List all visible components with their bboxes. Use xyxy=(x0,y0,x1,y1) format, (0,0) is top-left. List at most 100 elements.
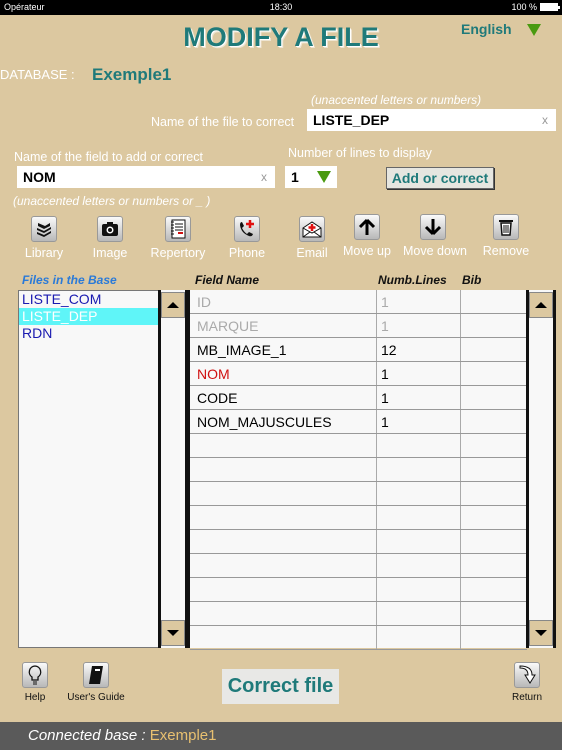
lines-dropdown-icon[interactable] xyxy=(317,171,331,183)
field-name-cell: NOM_MAJUSCULES xyxy=(190,410,377,433)
empty-table-row[interactable] xyxy=(190,602,527,626)
files-scroll-up-button[interactable] xyxy=(161,292,185,318)
bib-cell xyxy=(461,386,527,409)
library-button[interactable]: Library xyxy=(14,216,74,260)
empty-table-row[interactable] xyxy=(190,482,527,506)
users-guide-label: User's Guide xyxy=(67,692,125,703)
field-name-cell: ID xyxy=(190,290,377,313)
scroll-down-icon xyxy=(535,630,547,636)
file-name-input[interactable]: LISTE_DEP x xyxy=(307,109,556,131)
correct-file-button[interactable]: Correct file xyxy=(222,669,339,704)
library-icon xyxy=(31,216,57,242)
file-item-rdn[interactable]: RDN xyxy=(19,325,159,342)
bib-cell xyxy=(461,314,527,337)
table-row[interactable]: NOM_MAJUSCULES 1 xyxy=(190,410,527,434)
clear-field-name-button[interactable]: x xyxy=(261,166,267,188)
phone-icon xyxy=(234,216,260,242)
bib-cell xyxy=(461,554,527,577)
return-button[interactable]: Return xyxy=(512,662,542,703)
lines-select[interactable]: 1 xyxy=(285,166,337,188)
file-name-label: Name of the file to correct xyxy=(151,115,295,129)
table-row[interactable]: CODE 1 xyxy=(190,386,527,410)
field-name-hint: (unaccented letters or numbers or _ ) xyxy=(13,194,211,208)
lines-cell xyxy=(377,602,461,625)
bib-header: Bib xyxy=(462,273,482,287)
table-row[interactable]: ID 1 xyxy=(190,290,527,314)
help-button[interactable]: Help xyxy=(20,662,50,703)
lines-cell xyxy=(377,434,461,457)
files-list[interactable]: LISTE_COM LISTE_DEP RDN xyxy=(18,290,160,648)
phone-label: Phone xyxy=(228,246,266,260)
lines-cell: 1 xyxy=(377,314,461,337)
table-row[interactable]: MB_IMAGE_1 12 xyxy=(190,338,527,362)
move-up-label: Move up xyxy=(343,244,391,258)
move-up-button[interactable]: Move up xyxy=(337,214,397,258)
add-or-correct-button[interactable]: Add or correct xyxy=(386,167,494,189)
file-item-liste-dep[interactable]: LISTE_DEP xyxy=(19,308,159,325)
scroll-up-icon xyxy=(167,302,179,308)
field-name-cell xyxy=(190,482,377,505)
empty-table-row[interactable] xyxy=(190,458,527,482)
field-name-cell xyxy=(190,458,377,481)
bib-cell xyxy=(461,434,527,457)
arrow-up-icon xyxy=(354,214,380,240)
bib-cell xyxy=(461,530,527,553)
repertory-icon xyxy=(165,216,191,242)
battery-level: 100 % xyxy=(511,2,537,12)
lightbulb-icon xyxy=(22,662,48,688)
battery: 100 % xyxy=(511,2,560,12)
return-label: Return xyxy=(512,692,543,703)
file-name-hint: (unaccented letters or numbers) xyxy=(311,93,482,107)
field-name-header: Field Name xyxy=(195,273,260,287)
field-name-cell: MARQUE xyxy=(190,314,377,337)
empty-table-row[interactable] xyxy=(190,434,527,458)
lines-value: 1 xyxy=(291,169,299,185)
users-guide-button[interactable]: User's Guide xyxy=(66,662,126,703)
image-button[interactable]: Image xyxy=(80,216,140,260)
table-row[interactable]: MARQUE 1 xyxy=(190,314,527,338)
bib-cell xyxy=(461,410,527,433)
lines-cell xyxy=(377,554,461,577)
remove-button[interactable]: Remove xyxy=(476,214,536,258)
database-label: DATABASE : xyxy=(0,67,75,82)
fields-scroll-up-button[interactable] xyxy=(529,292,553,318)
lines-cell xyxy=(377,626,461,649)
empty-table-row[interactable] xyxy=(190,626,527,650)
email-button[interactable]: Email xyxy=(282,216,342,260)
lines-cell: 1 xyxy=(377,386,461,409)
field-name-cell xyxy=(190,434,377,457)
field-name-cell: NOM xyxy=(190,362,377,385)
fields-scrollbar[interactable] xyxy=(526,290,556,648)
phone-button[interactable]: Phone xyxy=(217,216,277,260)
table-row[interactable]: NOM 1 xyxy=(190,362,527,386)
empty-table-row[interactable] xyxy=(190,506,527,530)
field-name-cell xyxy=(190,554,377,577)
field-name-cell xyxy=(190,506,377,529)
field-name-cell xyxy=(190,578,377,601)
language-select[interactable]: English xyxy=(461,21,512,37)
repertory-button[interactable]: Repertory xyxy=(148,216,208,260)
files-scroll-down-button[interactable] xyxy=(161,620,185,646)
files-scrollbar[interactable] xyxy=(158,290,188,648)
field-name-value: NOM xyxy=(23,169,56,185)
empty-table-row[interactable] xyxy=(190,554,527,578)
field-name-cell xyxy=(190,626,377,649)
file-name-value: LISTE_DEP xyxy=(313,112,390,128)
scroll-down-icon xyxy=(167,630,179,636)
file-item-liste-com[interactable]: LISTE_COM xyxy=(19,291,159,308)
lines-cell: 1 xyxy=(377,362,461,385)
library-label: Library xyxy=(24,246,64,260)
empty-table-row[interactable] xyxy=(190,578,527,602)
lines-cell: 12 xyxy=(377,338,461,361)
clock: 18:30 xyxy=(269,2,293,12)
field-name-input[interactable]: NOM x xyxy=(17,166,275,188)
bib-cell xyxy=(461,362,527,385)
language-dropdown-icon[interactable] xyxy=(527,24,541,36)
files-header: Files in the Base xyxy=(22,273,117,287)
fields-scroll-down-button[interactable] xyxy=(529,620,553,646)
empty-table-row[interactable] xyxy=(190,530,527,554)
fields-table[interactable]: ID 1 MARQUE 1 MB_IMAGE_1 12 NOM 1 CODE 1 NOM_MAJUS… xyxy=(187,290,527,650)
trash-icon xyxy=(493,214,519,240)
move-down-button[interactable]: Move down xyxy=(403,214,467,258)
clear-file-name-button[interactable]: x xyxy=(542,109,548,131)
